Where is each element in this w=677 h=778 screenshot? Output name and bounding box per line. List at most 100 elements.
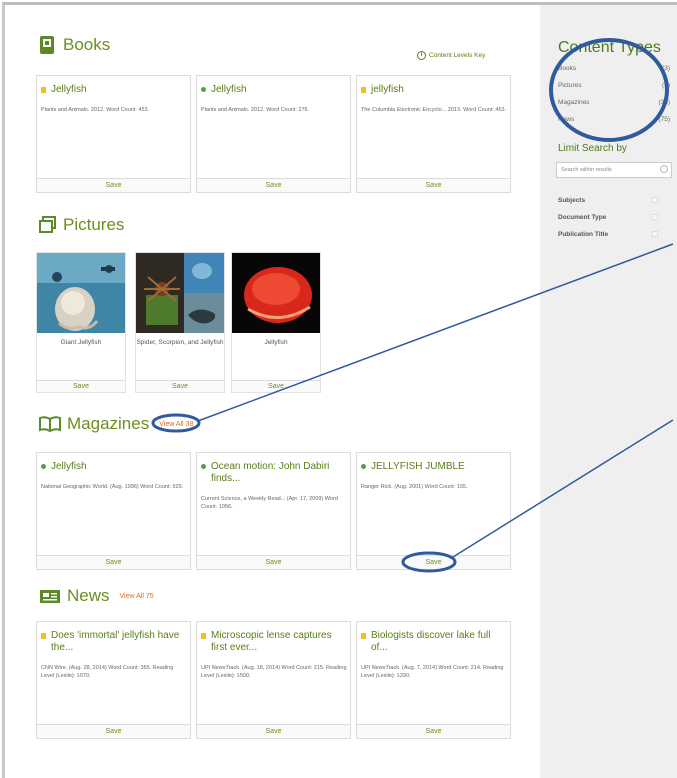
search-placeholder: Search within results <box>561 167 612 173</box>
content-type-label: Books <box>558 65 577 72</box>
news-card-title[interactable]: Microscopic lense captures first ever... <box>211 630 347 654</box>
book-card-title[interactable]: Jellyfish <box>211 84 247 96</box>
content-type-label: Magazines <box>558 99 590 106</box>
save-button[interactable]: Save <box>357 178 510 192</box>
news-card[interactable]: Microscopic lense captures first ever...… <box>196 621 351 739</box>
results-main: Books i Content Levels Key Jellyfish Pla… <box>5 5 540 778</box>
magazines-title[interactable]: Magazines <box>67 414 149 434</box>
save-button[interactable]: Save <box>37 380 125 392</box>
level-indicator-square <box>361 87 366 93</box>
magazine-card-title[interactable]: Jellyfish <box>51 461 87 473</box>
facet-document-type[interactable]: Document Type <box>558 214 658 221</box>
news-card[interactable]: Does 'immortal' jellyfish have the... CN… <box>36 621 191 739</box>
book-card-title[interactable]: jellyfish <box>371 84 404 96</box>
save-button[interactable]: Save <box>357 724 510 738</box>
picture-card[interactable]: Giant Jellyfish Save <box>36 252 126 393</box>
save-button[interactable]: Save <box>232 380 320 392</box>
picture-card[interactable]: Jellyfish Save <box>231 252 321 393</box>
magazine-card-meta: Ranger Rick. (Aug. 2001) Word Count: 165… <box>361 484 468 490</box>
content-type-filter-news[interactable]: News (75) <box>558 116 670 123</box>
content-type-filter-pictures[interactable]: Pictures (3) <box>558 82 670 89</box>
picture-thumbnail[interactable] <box>37 253 125 333</box>
level-indicator-dot <box>361 464 366 469</box>
expand-icon[interactable] <box>652 231 658 237</box>
magazine-card-title[interactable]: Ocean motion: John Dabiri finds... <box>211 461 347 485</box>
facet-label: Publication Title <box>558 231 609 238</box>
expand-icon[interactable] <box>652 197 658 203</box>
content-levels-key-label: Content Levels Key <box>429 52 486 59</box>
news-title[interactable]: News <box>67 586 110 606</box>
news-section-header: News View All 75 <box>39 586 154 606</box>
book-card-title[interactable]: Jellyfish <box>51 84 87 96</box>
picture-card[interactable]: Spider, Scorpion, and Jellyfish Save <box>135 252 225 393</box>
content-type-count: (75) <box>658 116 670 123</box>
content-type-filter-books[interactable]: Books (3) <box>558 65 670 72</box>
save-button[interactable]: Save <box>197 724 350 738</box>
facet-label: Subjects <box>558 197 586 204</box>
magazines-section-header: Magazines View All 38 <box>39 414 193 434</box>
save-button[interactable]: Save <box>37 178 190 192</box>
content-type-count: (3) <box>662 65 670 72</box>
magazines-view-all-link[interactable]: View All 38 <box>159 421 193 428</box>
search-within-results-input[interactable]: Search within results <box>556 162 672 178</box>
content-types-title: Content Types <box>558 39 661 56</box>
pictures-icon <box>39 216 56 233</box>
level-indicator-dot <box>201 87 206 92</box>
content-type-label: News <box>558 116 575 123</box>
news-card-title[interactable]: Biologists discover lake full of... <box>371 630 507 654</box>
news-card-title[interactable]: Does 'immortal' jellyfish have the... <box>51 630 187 654</box>
picture-thumbnail[interactable] <box>232 253 320 333</box>
level-indicator-dot <box>41 464 46 469</box>
save-button[interactable]: Save <box>197 555 350 569</box>
save-button[interactable]: Save <box>37 724 190 738</box>
limit-search-title: Limit Search by <box>558 143 627 154</box>
content-type-filter-magazines[interactable]: Magazines (38) <box>558 99 670 106</box>
news-view-all-link[interactable]: View All 75 <box>120 593 154 600</box>
picture-caption: Spider, Scorpion, and Jellyfish <box>136 339 224 346</box>
news-card-meta: UPI NewsTrack. (Aug. 18, 2014) Word Coun… <box>201 665 347 679</box>
content-type-count: (38) <box>658 99 670 106</box>
magazine-card[interactable]: Jellyfish National Geographic World. (Au… <box>36 452 191 570</box>
magazine-card[interactable]: JELLYFISH JUMBLE Ranger Rick. (Aug. 2001… <box>356 452 511 570</box>
book-card[interactable]: jellyfish The Columbia Electronic Encycl… <box>356 75 511 193</box>
pictures-section-header: Pictures <box>39 215 124 235</box>
book-card-meta: The Columbia Electronic Encyclo... 2013.… <box>361 107 507 113</box>
book-card-meta: Plants and Animals. 2012. Word Count: 45… <box>41 107 150 113</box>
save-button[interactable]: Save <box>197 178 350 192</box>
save-button[interactable]: Save <box>37 555 190 569</box>
content-type-label: Pictures <box>558 82 582 89</box>
magazine-card-meta: National Geographic World. (Aug. 1996) W… <box>41 484 184 490</box>
book-icon <box>40 36 54 54</box>
picture-caption: Jellyfish <box>264 339 288 346</box>
magazine-card-meta: Current Science, a Weekly Read... (Apr. … <box>201 496 338 510</box>
search-icon[interactable] <box>660 165 668 173</box>
page-frame: Books i Content Levels Key Jellyfish Pla… <box>2 2 677 778</box>
book-card[interactable]: Jellyfish Plants and Animals. 2012. Word… <box>36 75 191 193</box>
level-indicator-square <box>41 633 46 639</box>
save-button[interactable]: Save <box>357 555 510 569</box>
facet-subjects[interactable]: Subjects <box>558 197 658 204</box>
save-button[interactable]: Save <box>136 380 224 392</box>
content-type-count: (3) <box>662 82 670 89</box>
level-indicator-dot <box>201 464 206 469</box>
book-card-meta: Plants and Animals. 2012. Word Count: 27… <box>201 107 310 113</box>
picture-caption: Giant Jellyfish <box>60 339 102 346</box>
facet-publication-title[interactable]: Publication Title <box>558 231 658 238</box>
news-card-meta: CNN Wire. (Aug. 28, 2014) Word Count: 36… <box>41 665 174 679</box>
books-title[interactable]: Books <box>63 35 110 55</box>
expand-icon[interactable] <box>652 214 658 220</box>
picture-thumbnail[interactable] <box>136 253 224 333</box>
level-indicator-square <box>41 87 46 93</box>
news-card-meta: UPI NewsTrack. (Aug. 7, 2014) Word Count… <box>361 665 504 679</box>
open-book-icon <box>39 416 61 432</box>
magazine-card-title[interactable]: JELLYFISH JUMBLE <box>371 461 465 473</box>
filter-sidebar: Content Types Books (3) Pictures (3) Mag… <box>540 5 677 778</box>
news-card[interactable]: Biologists discover lake full of... UPI … <box>356 621 511 739</box>
books-section-header: Books <box>39 35 110 55</box>
content-levels-key-link[interactable]: i Content Levels Key <box>417 51 485 60</box>
book-card[interactable]: Jellyfish Plants and Animals. 2012. Word… <box>196 75 351 193</box>
magazine-card[interactable]: Ocean motion: John Dabiri finds... Curre… <box>196 452 351 570</box>
pictures-title[interactable]: Pictures <box>63 215 124 235</box>
level-indicator-square <box>201 633 206 639</box>
info-icon: i <box>417 51 426 60</box>
